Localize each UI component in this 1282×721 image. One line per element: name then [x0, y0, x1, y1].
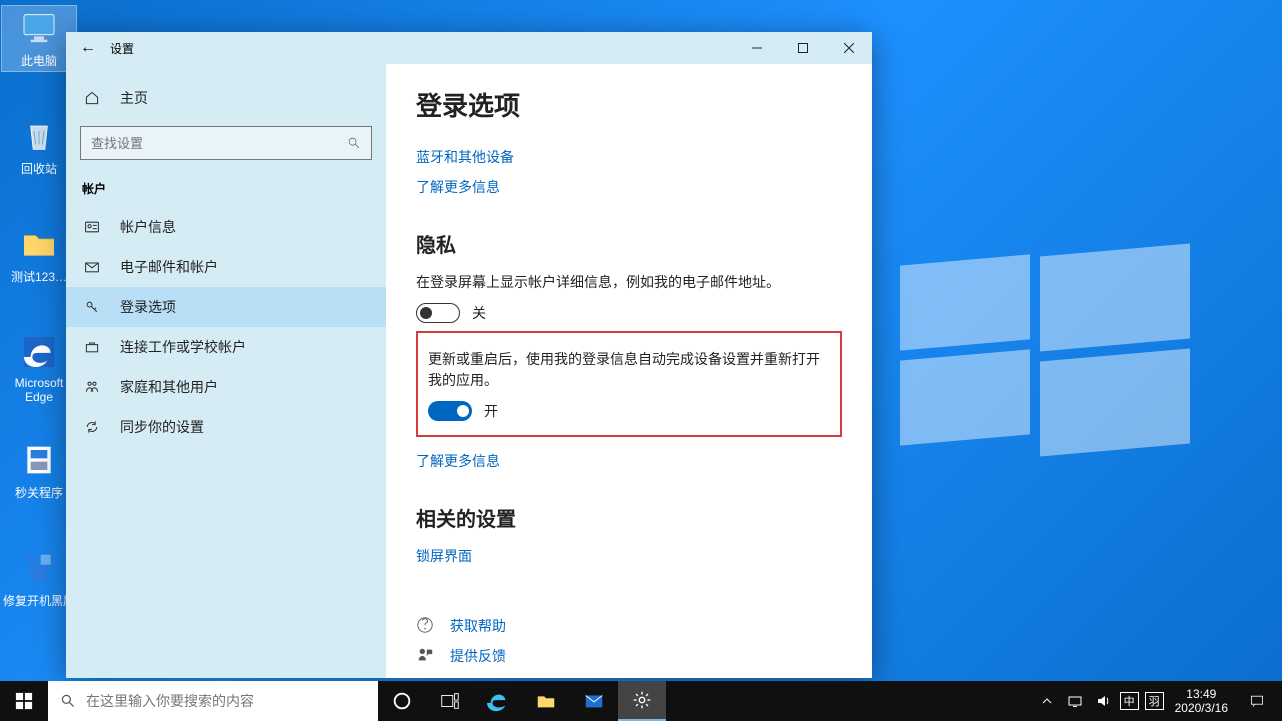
link-lock-screen[interactable]: 锁屏界面 [416, 546, 842, 566]
desktop-icon-shutdown-app[interactable]: 秒关程序 [2, 440, 76, 501]
taskbar-cortana[interactable] [378, 681, 426, 721]
close-button[interactable] [826, 32, 872, 64]
taskbar-mail[interactable] [570, 681, 618, 721]
tray-network-icon[interactable] [1061, 693, 1089, 709]
taskbar-settings[interactable] [618, 681, 666, 721]
person-card-icon [82, 217, 102, 237]
tray-volume-icon[interactable] [1089, 693, 1117, 709]
sidebar-home[interactable]: 主页 [66, 78, 386, 118]
ime-indicator-2[interactable]: 羽 [1145, 692, 1164, 710]
sidebar-item-email[interactable]: 电子邮件和帐户 [66, 247, 386, 287]
sidebar: 主页 帐户 帐户信息 电子邮件和帐户 登录选项 [66, 64, 386, 678]
sidebar-search[interactable] [80, 126, 372, 160]
sidebar-category: 帐户 [66, 176, 386, 207]
privacy-heading: 隐私 [416, 229, 842, 258]
desktop-icon-edge[interactable]: Microsoft Edge [2, 332, 76, 404]
mail-icon [82, 257, 102, 277]
taskbar-search[interactable]: 在这里输入你要搜索的内容 [48, 681, 378, 721]
settings-window: ← 设置 主页 帐户 帐户信息 [66, 32, 872, 678]
taskbar: 在这里输入你要搜索的内容 中 羽 13:49 2020/3/16 [0, 681, 1282, 721]
desktop-windows-logo [900, 260, 1200, 460]
system-tray: 中 羽 13:49 2020/3/16 [1029, 681, 1282, 721]
desktop-icon-folder-test[interactable]: 测试123… [2, 224, 76, 285]
window-title: 设置 [110, 40, 134, 57]
toggle-show-account-details[interactable]: 关 [416, 303, 842, 323]
briefcase-icon [82, 337, 102, 357]
feedback-icon [416, 646, 436, 666]
start-button[interactable] [0, 681, 48, 721]
sidebar-item-work-school[interactable]: 连接工作或学校帐户 [66, 327, 386, 367]
maximize-button[interactable] [780, 32, 826, 64]
minimize-button[interactable] [734, 32, 780, 64]
taskbar-taskview[interactable] [426, 681, 474, 721]
highlighted-setting-box: 更新或重启后，使用我的登录信息自动完成设备设置并重新打开我的应用。 开 [416, 331, 842, 437]
family-icon [82, 377, 102, 397]
back-button[interactable]: ← [66, 39, 110, 57]
sidebar-item-family[interactable]: 家庭和其他用户 [66, 367, 386, 407]
sidebar-item-sync[interactable]: 同步你的设置 [66, 407, 386, 447]
get-help-row[interactable]: 获取帮助 [416, 616, 842, 636]
sidebar-item-account-info[interactable]: 帐户信息 [66, 207, 386, 247]
key-icon [82, 297, 102, 317]
help-icon [416, 616, 436, 636]
toggle-auto-finish-setup[interactable]: 开 [428, 401, 830, 421]
link-bluetooth[interactable]: 蓝牙和其他设备 [416, 147, 842, 167]
ime-indicator-1[interactable]: 中 [1120, 692, 1139, 710]
taskbar-explorer[interactable] [522, 681, 570, 721]
home-icon [82, 88, 102, 108]
title-bar: ← 设置 [66, 32, 872, 64]
privacy-desc-1: 在登录屏幕上显示帐户详细信息，例如我的电子邮件地址。 [416, 272, 842, 293]
search-icon [60, 693, 76, 709]
auto-signin-desc: 更新或重启后，使用我的登录信息自动完成设备设置并重新打开我的应用。 [428, 349, 830, 391]
sync-icon [82, 417, 102, 437]
link-learn-more-2[interactable]: 了解更多信息 [416, 451, 842, 471]
related-heading: 相关的设置 [416, 503, 842, 532]
desktop-icon-fix-boot[interactable]: 修复开机黑屏 [2, 548, 76, 609]
tray-chevron[interactable] [1033, 693, 1061, 709]
sidebar-item-signin-options[interactable]: 登录选项 [66, 287, 386, 327]
sidebar-search-input[interactable] [91, 136, 347, 151]
desktop-icon-this-pc[interactable]: 此电脑 [2, 6, 76, 71]
page-title: 登录选项 [416, 86, 842, 123]
link-learn-more-1[interactable]: 了解更多信息 [416, 177, 842, 197]
tray-clock[interactable]: 13:49 2020/3/16 [1167, 687, 1236, 715]
feedback-row[interactable]: 提供反馈 [416, 646, 842, 666]
content-pane: 登录选项 蓝牙和其他设备 了解更多信息 隐私 在登录屏幕上显示帐户详细信息，例如… [386, 64, 872, 678]
desktop-icon-recycle-bin[interactable]: 回收站 [2, 116, 76, 177]
search-icon [347, 136, 361, 150]
taskbar-edge[interactable] [474, 681, 522, 721]
tray-action-center[interactable] [1236, 681, 1278, 721]
